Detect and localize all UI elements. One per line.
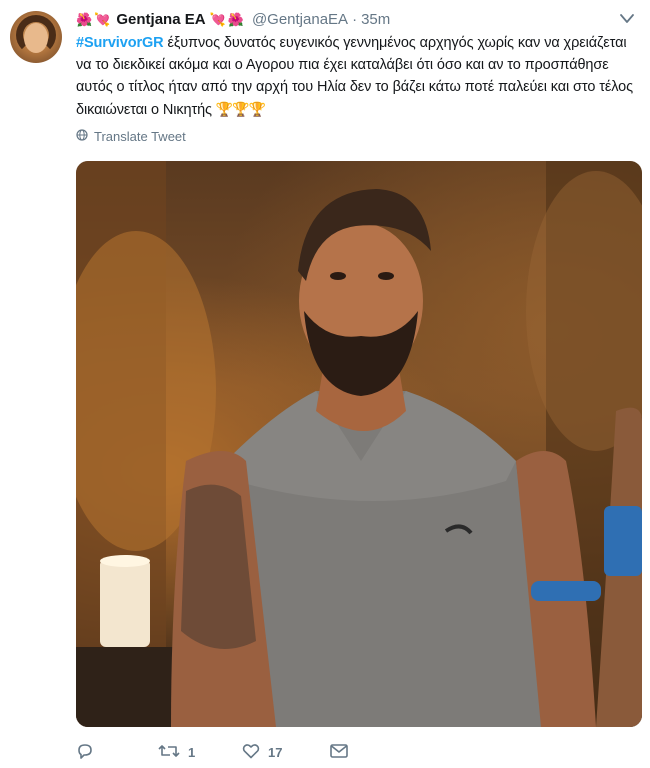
tweet-actions: 1 17 bbox=[76, 740, 348, 764]
chevron-down-icon[interactable] bbox=[618, 10, 636, 28]
display-name[interactable]: Gentjana EA bbox=[116, 11, 205, 28]
reply-button[interactable] bbox=[76, 742, 158, 763]
retweet-icon bbox=[158, 742, 180, 763]
envelope-icon bbox=[330, 743, 348, 762]
avatar-face bbox=[24, 23, 48, 53]
heart-icon bbox=[242, 742, 260, 763]
trophy-emojis: 🏆🏆🏆 bbox=[215, 101, 266, 117]
heart-emoji: 💘 bbox=[94, 11, 111, 27]
tweet-text: #SurvivorGR έξυπνος δυνατός ευγενικός γε… bbox=[76, 32, 636, 121]
hashtag-link[interactable]: #SurvivorGR bbox=[76, 35, 164, 51]
tweet-header: 🌺 💘 Gentjana EA 💘 🌺 @GentjanaEA · 35m bbox=[76, 8, 636, 30]
globe-icon bbox=[76, 129, 88, 144]
user-handle[interactable]: @GentjanaEA bbox=[252, 11, 348, 28]
photo-illustration bbox=[76, 161, 642, 727]
flower-emoji: 🌺 bbox=[76, 11, 93, 27]
translate-label: Translate Tweet bbox=[94, 129, 186, 144]
like-button[interactable]: 17 bbox=[242, 742, 330, 763]
author-avatar[interactable] bbox=[10, 11, 62, 63]
like-count: 17 bbox=[268, 744, 283, 760]
retweet-button[interactable]: 1 bbox=[158, 742, 242, 763]
flower-emoji: 🌺 bbox=[227, 11, 244, 27]
tweet-timestamp[interactable]: 35m bbox=[361, 11, 390, 28]
tweet-photo[interactable] bbox=[76, 161, 642, 727]
retweet-count: 1 bbox=[188, 744, 196, 760]
translate-tweet-link[interactable]: Translate Tweet bbox=[76, 129, 186, 144]
heart-emoji: 💘 bbox=[209, 11, 226, 27]
direct-message-button[interactable] bbox=[330, 743, 348, 762]
separator-dot: · bbox=[352, 10, 358, 28]
reply-icon bbox=[76, 742, 94, 763]
